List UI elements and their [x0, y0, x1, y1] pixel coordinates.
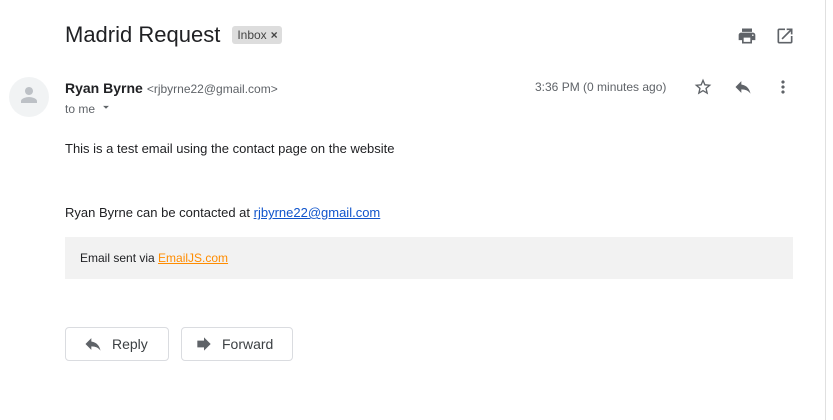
email-subject: Madrid Request: [65, 22, 221, 47]
thread-toolbar: [737, 26, 795, 46]
sender-name: Ryan Byrne: [65, 80, 143, 96]
emailjs-link[interactable]: EmailJS.com: [158, 251, 228, 265]
reply-icon: [83, 334, 103, 354]
star-icon[interactable]: [693, 77, 713, 97]
sender-line: Ryan Byrne <rjbyrne22@gmail.com>: [65, 80, 278, 96]
email-body-line: This is a test email using the contact p…: [65, 141, 395, 156]
contact-email-link[interactable]: rjbyrne22@gmail.com: [254, 205, 381, 220]
avatar-person-icon: [17, 83, 41, 112]
forward-button-label: Forward: [222, 336, 274, 352]
more-vert-icon[interactable]: [773, 77, 793, 97]
open-in-new-window-icon[interactable]: [775, 26, 795, 46]
reply-button-label: Reply: [112, 336, 148, 352]
message-actions: [693, 77, 793, 97]
sender-avatar: [9, 77, 49, 117]
email-footer-box: Email sent via EmailJS.com: [65, 237, 793, 279]
reply-icon[interactable]: [733, 77, 753, 97]
recipient-text: to me: [65, 101, 96, 116]
forward-icon: [194, 334, 214, 354]
chevron-down-icon: [99, 100, 113, 117]
recipient-details-toggle[interactable]: to me: [65, 100, 113, 117]
label-text: Inbox: [237, 28, 267, 42]
footer-text: Email sent via EmailJS.com: [80, 251, 228, 265]
footer-prefix: Email sent via: [80, 251, 159, 265]
inbox-label-chip[interactable]: Inbox ×: [232, 26, 282, 44]
contact-prefix: Ryan Byrne can be contacted at: [65, 205, 254, 220]
email-timestamp: 3:36 PM (0 minutes ago): [535, 80, 667, 94]
contact-line: Ryan Byrne can be contacted at rjbyrne22…: [65, 205, 380, 220]
forward-button[interactable]: Forward: [181, 327, 293, 361]
pane-divider: [825, 0, 826, 420]
subject-row: Madrid Request Inbox ×: [65, 22, 282, 48]
remove-label-button[interactable]: ×: [271, 28, 278, 42]
print-icon[interactable]: [737, 26, 757, 46]
reply-button[interactable]: Reply: [65, 327, 169, 361]
sender-email: <rjbyrne22@gmail.com>: [146, 82, 278, 96]
